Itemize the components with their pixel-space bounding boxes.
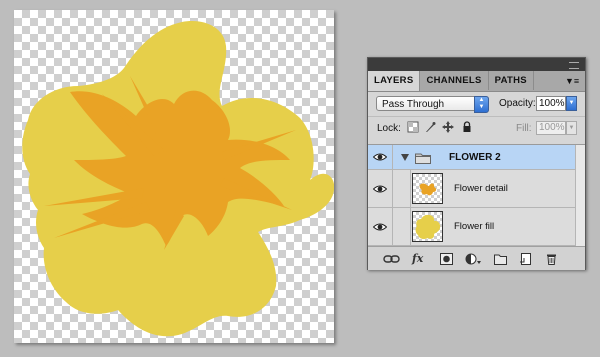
lock-row: Lock: Fill: 100% ▼	[368, 116, 585, 139]
panel-bottom-bar: fx	[368, 246, 585, 270]
new-group-icon[interactable]	[494, 253, 507, 265]
panel-tabs: LAYERS CHANNELS PATHS ▼≡	[368, 71, 585, 92]
layer-row[interactable]: Flower fill	[368, 208, 585, 246]
opacity-label: Opacity:	[499, 98, 536, 109]
layers-list: FLOWER 2 Flower detail Flower fill	[368, 144, 585, 247]
tab-layers[interactable]: LAYERS	[368, 71, 421, 91]
opacity-input[interactable]: 100%	[536, 96, 566, 111]
indent-cell	[392, 170, 411, 207]
fill-dropdown-icon[interactable]: ▼	[566, 121, 577, 135]
layer-name: Flower fill	[454, 221, 495, 232]
select-arrows-icon: ▲ ▼	[474, 96, 489, 113]
link-layers-icon[interactable]	[383, 253, 400, 265]
layer-thumbnail	[412, 173, 443, 204]
fill-input[interactable]: 100%	[536, 121, 566, 135]
tab-paths[interactable]: PATHS	[489, 71, 534, 90]
panel-title-bar[interactable]	[368, 58, 585, 71]
eye-icon	[373, 153, 387, 161]
delete-layer-icon[interactable]	[545, 253, 558, 265]
visibility-toggle[interactable]	[368, 170, 393, 207]
blend-mode-value: Pass Through	[382, 99, 445, 110]
fx-icon[interactable]: fx	[412, 253, 428, 265]
blend-row: Pass Through ▲ ▼ Opacity: 100% ▼	[368, 92, 585, 116]
folder-icon	[415, 153, 431, 164]
layer-name: Flower detail	[454, 183, 508, 194]
lock-all-icon[interactable]	[461, 121, 473, 133]
collapse-icon[interactable]	[569, 62, 579, 69]
indent-cell	[392, 208, 411, 245]
fill-label: Fill:	[516, 123, 532, 134]
lock-position-move-icon[interactable]	[442, 121, 454, 133]
tab-channels[interactable]: CHANNELS	[420, 71, 489, 90]
adjustment-layer-icon[interactable]	[465, 253, 481, 265]
add-mask-icon[interactable]	[440, 253, 453, 265]
opacity-dropdown-icon[interactable]: ▼	[566, 96, 577, 111]
panel-menu-icon[interactable]: ▼≡	[565, 75, 579, 87]
blend-mode-select[interactable]: Pass Through ▲ ▼	[376, 96, 489, 113]
lock-transparent-icon[interactable]	[407, 121, 419, 133]
visibility-toggle[interactable]	[368, 145, 393, 169]
layer-row[interactable]: Flower detail	[368, 170, 585, 208]
lock-pixels-brush-icon[interactable]	[424, 121, 436, 133]
flower-artwork	[22, 21, 334, 337]
lock-label: Lock:	[377, 123, 401, 134]
eye-icon	[373, 223, 387, 231]
layer-thumbnail	[412, 211, 443, 242]
layers-panel: LAYERS CHANNELS PATHS ▼≡ Pass Through ▲ ▼…	[367, 57, 586, 270]
layer-group-name: FLOWER 2	[449, 152, 501, 163]
new-layer-icon[interactable]	[519, 253, 532, 265]
layer-group-row[interactable]: FLOWER 2	[368, 145, 585, 170]
visibility-toggle[interactable]	[368, 208, 393, 245]
document-canvas[interactable]	[14, 10, 334, 343]
eye-icon	[373, 185, 387, 193]
layers-scrollbar[interactable]	[575, 145, 585, 247]
disclosure-triangle-icon[interactable]	[401, 154, 409, 161]
